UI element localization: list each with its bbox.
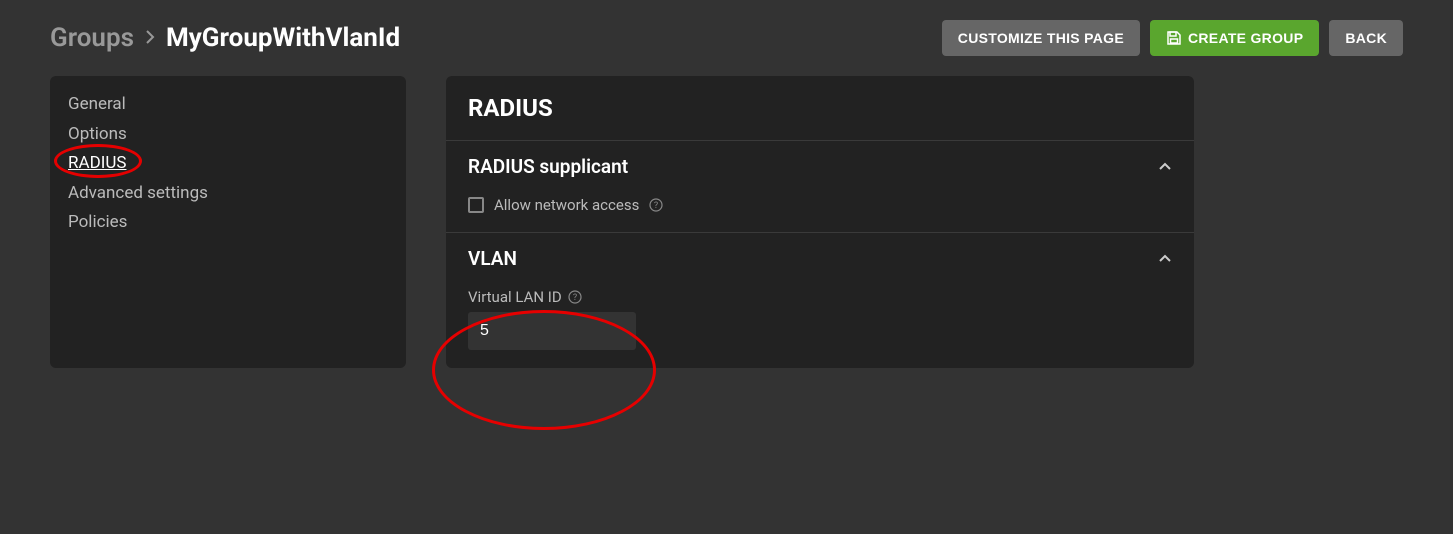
svg-text:?: ? xyxy=(654,201,658,211)
sidebar-item-radius[interactable]: RADIUS xyxy=(68,149,388,179)
allow-network-access-checkbox[interactable] xyxy=(468,197,484,213)
section-header-vlan[interactable]: VLAN xyxy=(446,233,1194,284)
chevron-up-icon xyxy=(1158,162,1172,172)
customize-page-button[interactable]: CUSTOMIZE THIS PAGE xyxy=(942,20,1140,56)
sidebar: General Options RADIUS Advanced settings… xyxy=(50,76,406,368)
sidebar-item-policies[interactable]: Policies xyxy=(68,208,388,238)
customize-label: CUSTOMIZE THIS PAGE xyxy=(958,30,1124,46)
help-icon[interactable]: ? xyxy=(649,198,663,212)
panel-title: RADIUS xyxy=(446,76,1194,141)
section-body-supplicant: Allow network access ? xyxy=(446,192,1194,232)
sidebar-item-general[interactable]: General xyxy=(68,90,388,120)
section-title-vlan: VLAN xyxy=(468,247,517,270)
section-title-supplicant: RADIUS supplicant xyxy=(468,155,628,178)
svg-text:?: ? xyxy=(573,293,577,303)
chevron-right-icon xyxy=(144,26,156,50)
main-panel: RADIUS RADIUS supplicant Allow network a… xyxy=(446,76,1194,368)
save-icon xyxy=(1166,30,1182,46)
sidebar-item-advanced-settings[interactable]: Advanced settings xyxy=(68,179,388,209)
back-label: BACK xyxy=(1345,30,1387,46)
help-icon[interactable]: ? xyxy=(568,290,582,304)
breadcrumb: Groups MyGroupWithVlanId xyxy=(50,23,400,53)
breadcrumb-current: MyGroupWithVlanId xyxy=(166,23,400,53)
vlan-id-label: Virtual LAN ID xyxy=(468,288,562,306)
sidebar-item-options[interactable]: Options xyxy=(68,120,388,150)
vlan-id-input[interactable] xyxy=(468,312,636,350)
create-group-button[interactable]: CREATE GROUP xyxy=(1150,20,1319,56)
action-buttons: CUSTOMIZE THIS PAGE CREATE GROUP BACK xyxy=(942,20,1403,56)
back-button[interactable]: BACK xyxy=(1329,20,1403,56)
chevron-up-icon xyxy=(1158,254,1172,264)
section-header-supplicant[interactable]: RADIUS supplicant xyxy=(446,141,1194,192)
allow-network-access-label: Allow network access xyxy=(494,196,639,214)
create-label: CREATE GROUP xyxy=(1188,30,1303,46)
section-body-vlan: Virtual LAN ID ? xyxy=(446,284,1194,368)
breadcrumb-root[interactable]: Groups xyxy=(50,23,134,53)
